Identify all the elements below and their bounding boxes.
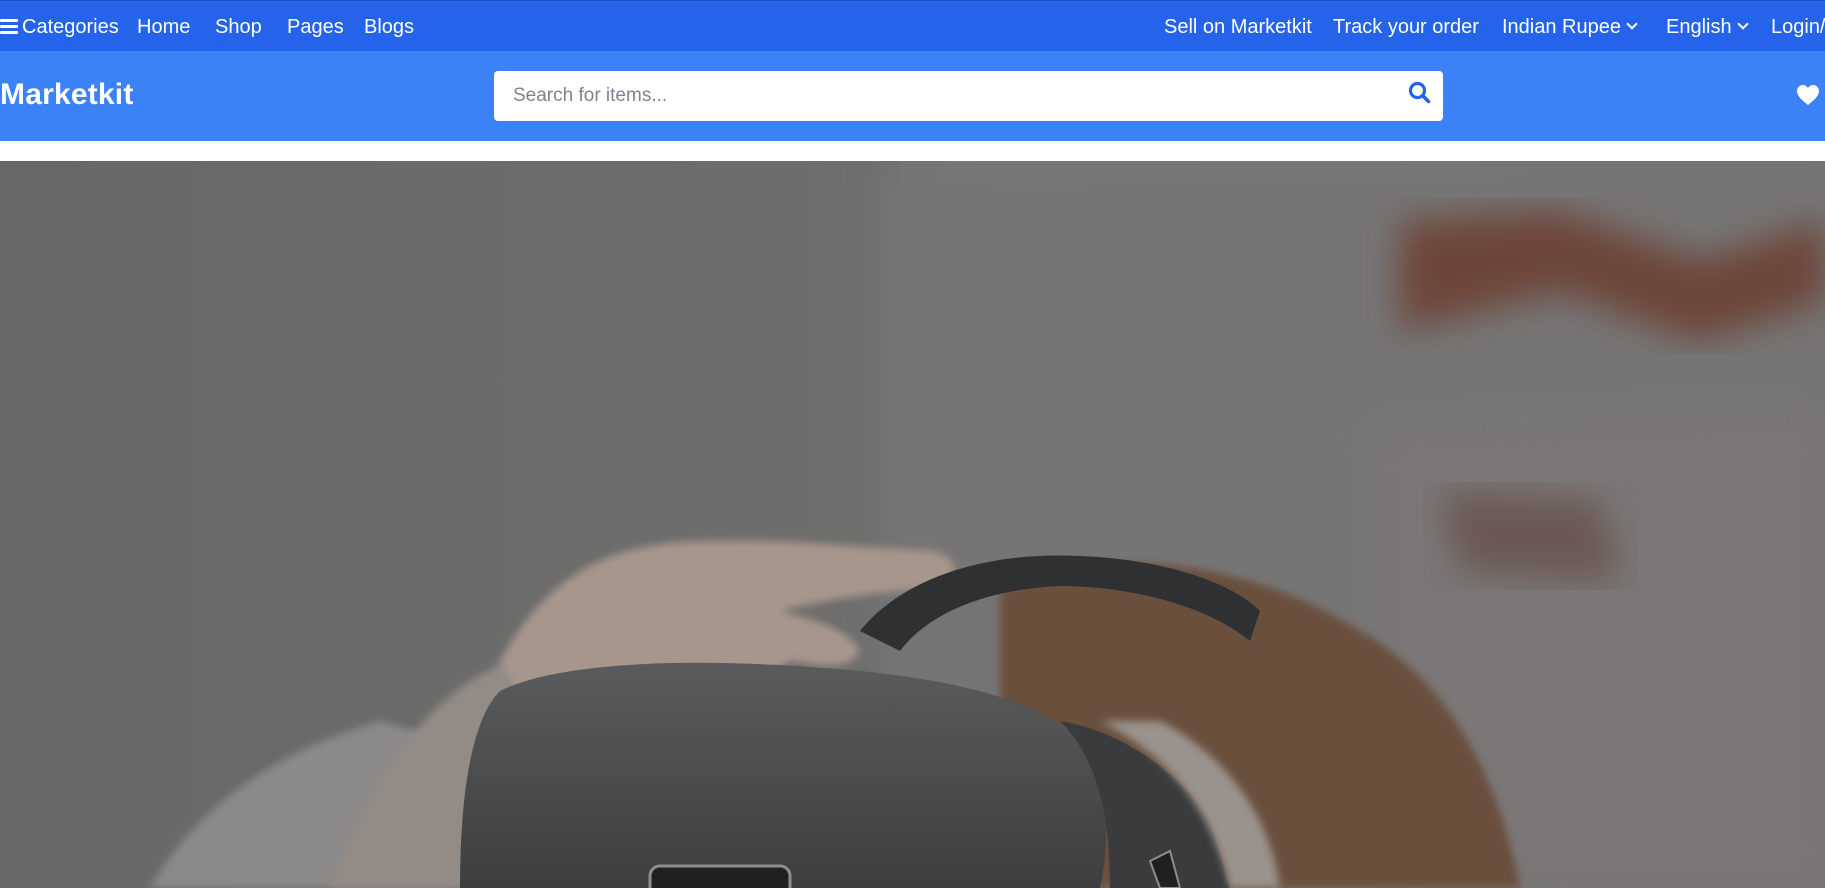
currency-label: Indian Rupee — [1502, 16, 1621, 38]
hero-image — [0, 161, 1825, 888]
heart-icon[interactable] — [1796, 84, 1820, 106]
hamburger-icon — [0, 19, 18, 35]
nav-link-shop[interactable]: Shop — [215, 1, 262, 52]
categories-label: Categories — [22, 16, 119, 38]
chevron-down-icon — [1736, 18, 1749, 30]
login-link[interactable]: Login/ — [1771, 1, 1825, 52]
chevron-down-icon — [1626, 18, 1638, 30]
header-bar: Marketkit — [0, 51, 1825, 141]
currency-dropdown[interactable]: Indian Rupee — [1502, 1, 1638, 52]
nav-link-blogs[interactable]: Blogs — [364, 1, 414, 52]
search-icon[interactable] — [1407, 80, 1433, 106]
header-divider — [0, 141, 1825, 161]
language-dropdown[interactable]: English — [1666, 1, 1749, 52]
nav-link-pages[interactable]: Pages — [287, 1, 344, 52]
language-label: English — [1666, 16, 1732, 38]
top-navigation-bar: Categories Home Shop Pages Blogs Sell on… — [0, 0, 1825, 51]
search-box — [494, 71, 1443, 121]
sell-on-marketkit-link[interactable]: Sell on Marketkit — [1164, 1, 1312, 52]
brand-logo[interactable]: Marketkit — [0, 78, 134, 112]
categories-menu-button[interactable]: Categories — [0, 1, 119, 52]
track-order-link[interactable]: Track your order — [1333, 1, 1479, 52]
nav-link-home[interactable]: Home — [137, 1, 190, 52]
hero-banner — [0, 161, 1825, 888]
search-input[interactable] — [494, 71, 1374, 121]
